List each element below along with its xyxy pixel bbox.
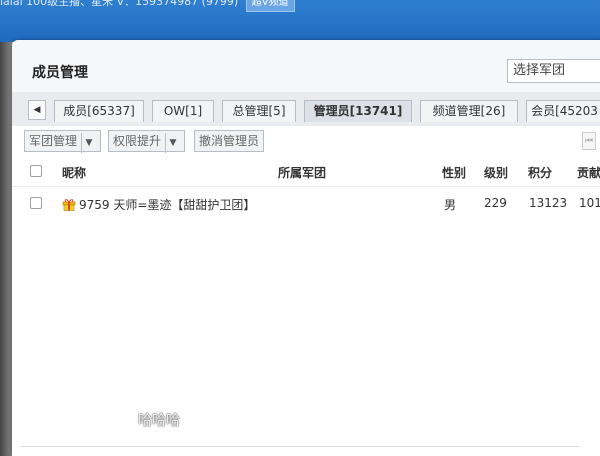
chevron-down-icon[interactable]: ▼ [81,133,96,153]
first-page-icon[interactable]: ⏮ [582,132,596,150]
row-checkbox[interactable] [30,197,42,209]
channel-info-text: lalal 100级主播、星米 V：159374987 (9799) [0,0,239,8]
select-all-checkbox[interactable] [30,165,42,177]
action-toolbar: 军团管理 ▼ 权限提升 ▼ 撤消管理员 ⏮ [12,126,600,159]
tab-prev-arrow-icon[interactable]: ◀ [28,100,46,120]
app-header-bar: lalal 100级主播、星米 V：159374987 (9799) 超V频道 [0,0,600,42]
divider [20,446,580,447]
legion-select[interactable]: 选择军团 [507,59,600,83]
col-nickname[interactable]: 昵称 [62,164,86,181]
row-level: 229 [484,196,507,210]
row-nickname: 9759 天师=墨迹【甜甜护卫团】 [79,198,256,212]
gift-icon [62,199,76,211]
row-gender: 男 [444,198,457,212]
row-points: 13123 [529,196,568,210]
col-legion[interactable]: 所属军团 [278,164,326,181]
tab-ow[interactable]: OW[1] [152,100,214,122]
tab-admins[interactable]: 管理员[13741] [304,100,412,122]
tab-vip-members[interactable]: 会员[45203 [526,100,600,122]
member-management-dialog: 成员管理 选择军团 ◀ 成员[65337] OW[1] 总管理[5] 管理员[1… [12,40,600,456]
member-table: 昵称 所属军团 性别 级别 积分 贡献 9759 天师=墨迹【甜甜护卫团】 男 … [12,158,600,456]
row-contribution: 101 [579,196,600,210]
dialog-header: 成员管理 选择军团 [12,40,600,93]
revoke-admin-button[interactable]: 撤消管理员 [194,130,265,152]
video-side-panel [0,42,12,456]
tab-members[interactable]: 成员[65337] [54,100,144,122]
permission-raise-label: 权限提升 [113,134,162,148]
permission-raise-button[interactable]: 权限提升 ▼ [108,130,186,153]
legion-manage-label: 军团管理 [29,134,78,148]
col-gender[interactable]: 性别 [442,164,466,181]
table-row[interactable]: 9759 天师=墨迹【甜甜护卫团】 男 229 13123 101 [12,190,600,218]
tab-channel-admin[interactable]: 频道管理[26] [420,100,518,122]
col-contribution[interactable]: 贡献 [577,164,600,181]
chevron-down-icon[interactable]: ▼ [165,133,180,153]
table-header: 昵称 所属军团 性别 级别 积分 贡献 [12,158,600,187]
tab-chief-admin[interactable]: 总管理[5] [222,100,296,122]
dialog-title: 成员管理 [32,65,88,81]
col-points[interactable]: 积分 [528,164,552,181]
channel-info: lalal 100级主播、星米 V：159374987 (9799) 超V频道 [0,0,295,12]
tab-bar: ◀ 成员[65337] OW[1] 总管理[5] 管理员[13741] 频道管理… [12,92,600,126]
legion-manage-button[interactable]: 军团管理 ▼ [24,130,102,153]
row-nickname-cell: 9759 天师=墨迹【甜甜护卫团】 [62,196,255,213]
col-level[interactable]: 级别 [484,164,508,181]
channel-badge-button[interactable]: 超V频道 [245,0,295,12]
overlay-caption: 哈哈哈 [138,413,180,429]
